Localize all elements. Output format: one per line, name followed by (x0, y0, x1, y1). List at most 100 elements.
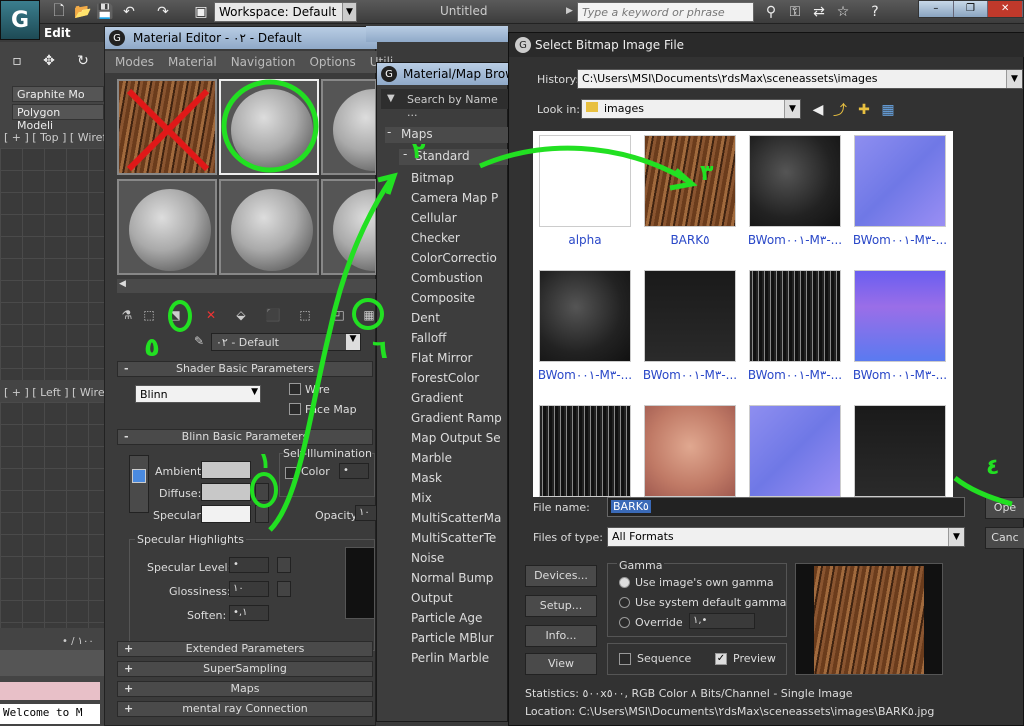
map-type-item[interactable]: MultiScatterTe (411, 529, 509, 548)
map-type-item[interactable]: Map Output Se (411, 429, 509, 448)
assign-to-selection-icon[interactable]: ⬔ (167, 307, 183, 323)
open-folder-icon[interactable]: 📂 (74, 3, 92, 21)
material-editor-titlebar[interactable]: G Material Editor - ٠٢ - Default (105, 27, 377, 49)
cancel-button[interactable]: Canc (985, 527, 1024, 549)
view-button[interactable]: View (525, 653, 597, 675)
minimize-button[interactable]: – (919, 1, 954, 17)
material-slot-6[interactable] (321, 179, 377, 275)
map-type-item[interactable]: Gradient (411, 389, 509, 408)
options-arrow-icon[interactable]: ▼ (387, 93, 395, 104)
file-thumbnail[interactable] (749, 135, 841, 227)
move-icon[interactable]: ✥ (40, 52, 58, 70)
open-button[interactable]: Ope (985, 497, 1024, 519)
save-icon[interactable]: 💾 (96, 3, 114, 21)
maxscript-listener[interactable] (0, 682, 100, 700)
wire-checkbox[interactable] (289, 383, 301, 395)
map-type-item[interactable]: Dent (411, 309, 509, 328)
file-thumbnail[interactable] (644, 405, 736, 497)
file-thumbnail[interactable] (644, 270, 736, 362)
show-in-viewport-icon[interactable]: ◰ (331, 307, 347, 323)
workspace-dropdown[interactable]: Workspace: Default ▼ (214, 2, 357, 22)
menu-material[interactable]: Material (168, 55, 217, 69)
file-thumbnail[interactable] (854, 135, 946, 227)
map-type-item[interactable]: Checker (411, 229, 509, 248)
diffuse-color-swatch[interactable] (201, 483, 251, 501)
put-to-scene-icon[interactable]: ⬚ (141, 307, 157, 323)
glossiness-spinner[interactable]: ١٠ (229, 581, 269, 597)
history-dropdown[interactable]: C:\Users\MSI\Documents\٢dsMax\sceneasset… (577, 69, 1023, 89)
edit-menu[interactable]: Edit (44, 26, 104, 42)
close-button[interactable]: ✕ (988, 1, 1024, 17)
gamma-system-radio[interactable] (619, 597, 630, 608)
rollout-maps[interactable]: + Maps (117, 681, 373, 697)
file-thumbnail[interactable] (539, 405, 631, 497)
menu-options[interactable]: Options (309, 55, 355, 69)
file-thumbnail-label[interactable]: BWom٠٠١-M٣-... (533, 368, 637, 382)
standard-group-header[interactable]: Standard (399, 149, 509, 165)
rollout-blinn-basic[interactable]: - Blinn Basic Parameters (117, 429, 373, 445)
redo-icon[interactable]: ↷ (154, 3, 172, 21)
app-logo-button[interactable]: G (0, 0, 40, 40)
map-type-item[interactable]: Particle Age (411, 609, 509, 628)
rollout-shader-basic[interactable]: - Shader Basic Parameters (117, 361, 373, 377)
file-thumbnail[interactable] (749, 270, 841, 362)
specular-color-swatch[interactable] (201, 505, 251, 523)
file-name-input[interactable]: BARK٥ (607, 497, 965, 517)
up-folder-icon[interactable]: ⤴ (831, 101, 849, 119)
view-menu-icon[interactable]: ▦ (879, 101, 897, 119)
undo-icon[interactable]: ↶ (120, 3, 138, 21)
map-type-item[interactable]: Camera Map P (411, 189, 509, 208)
map-type-item[interactable]: Mask (411, 469, 509, 488)
gamma-override-radio[interactable] (619, 617, 630, 628)
preview-checkbox[interactable]: ✓ (715, 653, 727, 665)
file-thumbnail-label[interactable]: BWom٠٠١-M٣-... (638, 368, 742, 382)
lock-ambient-diffuse-icon[interactable] (132, 469, 146, 483)
make-unique-icon[interactable]: ⬙ (233, 307, 249, 323)
files-of-type-dropdown[interactable]: All Formats ▼ (607, 527, 965, 547)
specular-map-button[interactable] (255, 505, 269, 523)
look-in-dropdown[interactable]: images ▼ (581, 99, 801, 119)
shader-type-dropdown[interactable]: Blinn ▼ (135, 385, 261, 403)
file-thumbnail-label[interactable]: alpha (533, 233, 637, 247)
viewport-left-label[interactable]: [ + ] [ Left ] [ Wirefra (4, 386, 120, 399)
material-id-icon[interactable]: ⬚ (297, 307, 313, 323)
map-type-item[interactable]: Combustion (411, 269, 509, 288)
map-type-item[interactable]: Cellular (411, 209, 509, 228)
restore-button[interactable]: ❐ (954, 1, 989, 17)
binoculars-icon[interactable]: ⚲ (762, 3, 780, 21)
material-slot-4[interactable] (117, 179, 217, 275)
diffuse-map-button[interactable] (255, 483, 269, 501)
eyedropper-icon[interactable]: ✎ (191, 333, 207, 349)
new-folder-icon[interactable]: ✚ (855, 101, 873, 119)
specular-level-map-button[interactable] (277, 557, 291, 573)
map-type-item[interactable]: MultiScatterMa (411, 509, 509, 528)
rollout-mental-ray[interactable]: + mental ray Connection (117, 701, 373, 717)
gamma-own-radio[interactable] (619, 577, 630, 588)
reset-map-icon[interactable]: ✕ (203, 307, 219, 323)
timeline-slider[interactable] (0, 650, 104, 676)
file-thumbnail[interactable] (749, 405, 841, 497)
map-type-item[interactable]: Gradient Ramp (411, 409, 509, 428)
devices-button[interactable]: Devices... (525, 565, 597, 587)
key-icon[interactable]: ⚿ (786, 3, 804, 21)
ribbon-tab-polygon[interactable]: Polygon Modeli (12, 104, 104, 132)
sequence-checkbox[interactable] (619, 653, 631, 665)
material-slot-2[interactable] (219, 79, 319, 175)
viewport-top[interactable] (0, 148, 104, 380)
ambient-color-swatch[interactable] (201, 461, 251, 479)
face-map-checkbox[interactable] (289, 403, 301, 415)
map-browser-titlebar[interactable]: G Material/Map Brow (377, 63, 509, 85)
material-slot-5[interactable] (219, 179, 319, 275)
specular-level-spinner[interactable]: • (229, 557, 269, 573)
rollout-supersampling[interactable]: + SuperSampling (117, 661, 373, 677)
map-type-item[interactable]: Normal Bump (411, 569, 509, 588)
setup-button[interactable]: Setup... (525, 595, 597, 617)
file-thumbnail-label[interactable]: BWom٠٠١-M٣-... (743, 368, 847, 382)
soften-spinner[interactable]: •,١ (229, 605, 269, 621)
file-thumbnail-label[interactable]: BWom٠٠١-M٣-... (848, 368, 952, 382)
menu-modes[interactable]: Modes (115, 55, 154, 69)
put-to-library-icon[interactable]: ⬛ (265, 307, 281, 323)
map-type-item[interactable]: Perlin Marble (411, 649, 509, 668)
select-object-icon[interactable]: ▫ (8, 52, 26, 70)
search-input[interactable]: Type a keyword or phrase (577, 2, 754, 22)
